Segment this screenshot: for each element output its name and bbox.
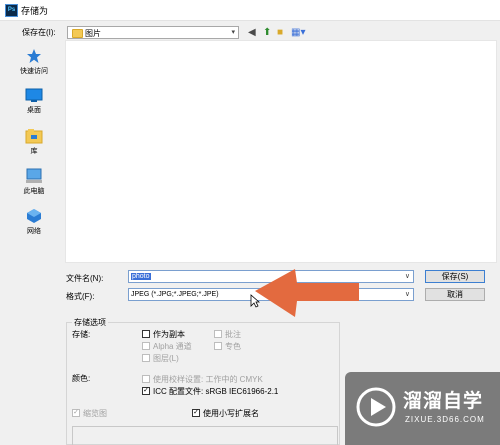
place-desktop[interactable]: 桌面 <box>6 88 62 115</box>
computer-icon <box>26 168 42 183</box>
annotation-arrow <box>255 269 359 317</box>
alpha-label: Alpha 通道 <box>153 342 192 351</box>
place-this-pc[interactable]: 此电脑 <box>6 168 62 196</box>
watermark: 溜溜自学 ZIXUE.3D66.COM <box>345 372 500 445</box>
back-icon[interactable]: ◀ <box>248 28 256 38</box>
icc-checkbox[interactable]: ✓ <box>142 387 150 395</box>
thumbnail-checkbox[interactable]: ✓ <box>72 409 80 417</box>
lowercase-ext-label: 使用小写扩展名 <box>203 409 259 418</box>
notes-checkbox[interactable] <box>214 330 222 338</box>
place-label: 网络 <box>27 228 41 235</box>
play-logo-icon <box>356 387 396 427</box>
spot-checkbox[interactable] <box>214 342 222 350</box>
place-quick-access[interactable]: 快速访问 <box>6 48 62 76</box>
window-title: 存储为 <box>21 6 49 16</box>
place-label: 桌面 <box>27 107 41 114</box>
thumbnail-label: 缩览图 <box>83 409 107 418</box>
title-bar: Ps 存储为 <box>0 0 500 21</box>
place-label: 此电脑 <box>23 188 45 195</box>
place-network[interactable]: 网络 <box>6 208 62 236</box>
place-library[interactable]: 库 <box>6 128 62 156</box>
save-options-title: 存储选项 <box>72 317 108 328</box>
filename-value: photo <box>131 273 151 280</box>
place-label: 库 <box>30 148 38 155</box>
notes-label: 批注 <box>225 330 241 339</box>
icc-label: ICC 配置文件: sRGB IEC61966-2.1 <box>153 387 279 396</box>
place-label: 快速访问 <box>20 68 48 75</box>
network-icon <box>27 209 41 223</box>
lowercase-ext-checkbox[interactable]: ✓ <box>192 409 200 417</box>
view-menu-icon[interactable]: ▦▾ <box>291 28 305 38</box>
filename-label: 文件名(N): <box>66 274 104 283</box>
format-label: 格式(F): <box>66 292 95 301</box>
new-folder-icon[interactable]: ■ <box>277 28 283 38</box>
layers-label: 图层(L) <box>153 354 179 363</box>
as-copy-label: 作为副本 <box>153 330 185 339</box>
proof-checkbox[interactable] <box>142 375 150 383</box>
color-label: 颜色: <box>72 374 91 383</box>
watermark-brand: 溜溜自学 <box>403 391 484 412</box>
spot-label: 专色 <box>225 342 241 351</box>
photoshop-icon: Ps <box>5 4 18 17</box>
chevron-down-icon: ▾ <box>231 29 235 36</box>
warning-panel <box>72 426 338 445</box>
chevron-down-icon: ∨ <box>404 291 410 298</box>
star-icon <box>27 49 41 63</box>
proof-label: 使用校样设置: 工作中的 CMYK <box>153 375 263 384</box>
file-list[interactable] <box>65 40 497 263</box>
save-button[interactable]: 保存(S) <box>425 270 485 283</box>
as-copy-checkbox[interactable] <box>142 330 150 338</box>
format-value: JPEG (*.JPG;*.JPEG;*.JPE) <box>131 291 219 298</box>
up-folder-icon[interactable]: ⬆ <box>263 28 271 38</box>
places-bar: 快速访问 桌面 库 此电脑 网络 <box>6 40 62 250</box>
save-in-dropdown[interactable]: 图片 ▾ <box>67 26 239 39</box>
library-icon <box>25 129 43 144</box>
alpha-checkbox[interactable] <box>142 342 150 350</box>
chevron-down-icon: ∨ <box>404 273 410 280</box>
folder-icon <box>72 29 83 38</box>
save-in-folder-name: 图片 <box>85 29 101 38</box>
desktop-icon <box>25 88 43 102</box>
cancel-button[interactable]: 取消 <box>425 288 485 301</box>
layers-checkbox[interactable] <box>142 354 150 362</box>
store-label: 存储: <box>72 330 91 339</box>
save-in-label: 保存在(I): <box>22 28 56 37</box>
watermark-url: ZIXUE.3D66.COM <box>405 415 485 424</box>
